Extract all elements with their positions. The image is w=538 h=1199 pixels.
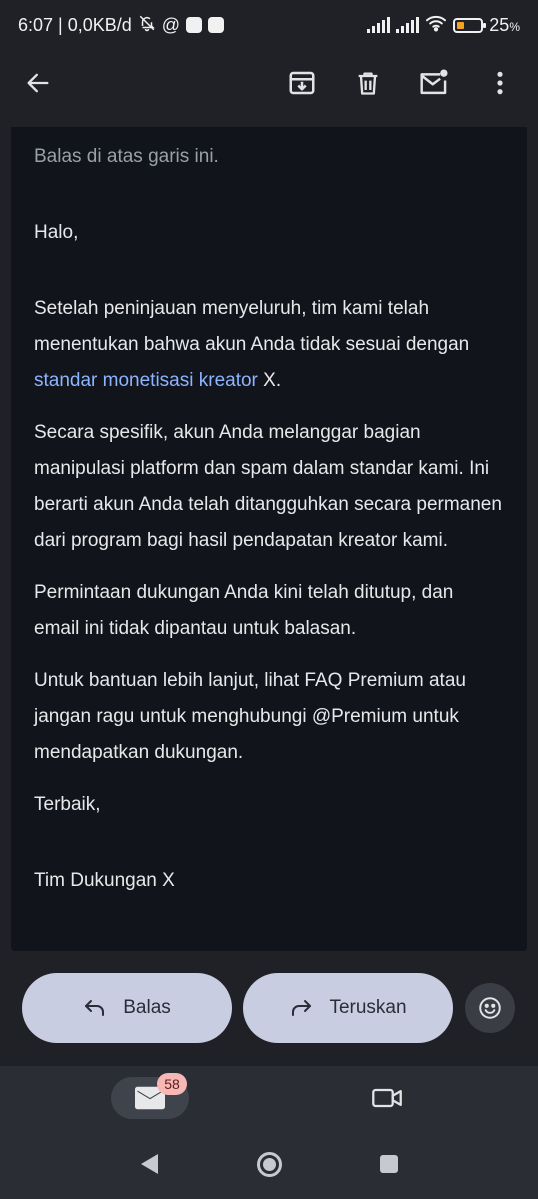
forward-label: Teruskan — [329, 997, 407, 1018]
email-paragraph-4: Untuk bantuan lebih lanjut, lihat FAQ Pr… — [34, 670, 466, 763]
delete-button[interactable] — [344, 59, 392, 107]
bottom-navigation: 58 — [0, 1066, 538, 1130]
email-body: Balas di atas garis ini. Halo, Setelah p… — [11, 127, 527, 951]
notification-square-icon-2 — [208, 17, 225, 33]
status-time-speed: 6:07 | 0,0KB/d — [18, 14, 132, 35]
reply-label: Balas — [123, 997, 171, 1018]
email-greeting: Halo, — [34, 222, 79, 243]
nav-meet-tab[interactable] — [361, 1077, 413, 1119]
forward-icon — [292, 1000, 312, 1016]
creator-monetization-link[interactable]: standar monetisasi kreator — [34, 370, 258, 391]
battery-percent: 25% — [489, 14, 520, 35]
status-bar: 6:07 | 0,0KB/d @ 25% — [0, 0, 538, 50]
reply-icon — [85, 1000, 105, 1016]
bell-off-icon — [138, 14, 156, 37]
system-home-icon[interactable] — [256, 1151, 283, 1178]
unread-count-badge: 58 — [157, 1073, 187, 1095]
action-row: Balas Teruskan — [0, 973, 538, 1045]
forward-button[interactable]: Teruskan — [243, 973, 453, 1043]
mark-unread-icon — [420, 69, 448, 95]
at-sign: @ — [161, 14, 181, 35]
status-left: 6:07 | 0,0KB/d @ — [18, 14, 225, 37]
back-button[interactable] — [14, 59, 62, 107]
email-signature: Tim Dukungan X — [34, 870, 175, 891]
back-arrow-icon — [27, 73, 49, 93]
nav-mail-tab[interactable]: 58 — [111, 1073, 189, 1119]
signal-icon — [367, 17, 391, 33]
system-recents-icon[interactable] — [379, 1154, 399, 1174]
signal-icon-2 — [396, 17, 420, 33]
more-options-button[interactable] — [476, 59, 524, 107]
archive-icon — [289, 71, 315, 95]
emoji-reaction-button[interactable] — [465, 983, 515, 1033]
archive-button[interactable] — [278, 59, 326, 107]
notification-square-icon — [186, 17, 203, 33]
system-navigation — [0, 1130, 538, 1199]
system-back-icon[interactable] — [138, 1152, 160, 1176]
more-vert-icon — [497, 71, 503, 95]
video-camera-icon — [372, 1088, 402, 1108]
status-right: 25% — [367, 14, 520, 37]
email-paragraph-2: Secara spesifik, akun Anda melanggar bag… — [34, 422, 502, 551]
quote-line: Balas di atas garis ini. — [34, 146, 219, 167]
email-closing: Terbaik, — [34, 794, 101, 815]
email-paragraph-3: Permintaan dukungan Anda kini telah ditu… — [34, 582, 454, 639]
mark-unread-button[interactable] — [410, 59, 458, 107]
app-bar — [0, 54, 538, 112]
battery-icon — [453, 17, 487, 33]
trash-icon — [358, 72, 378, 95]
email-paragraph-1: Setelah peninjauan menyeluruh, tim kami … — [34, 298, 470, 391]
wifi-icon — [425, 14, 447, 37]
reply-button[interactable]: Balas — [22, 973, 232, 1043]
smiley-icon — [479, 997, 501, 1019]
